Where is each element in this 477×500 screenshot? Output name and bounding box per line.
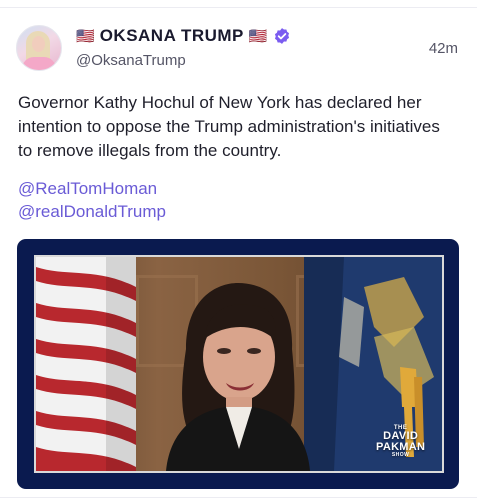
channel-watermark-logo: THE DAVID PAKMAN SHOW (376, 425, 426, 458)
mention-link[interactable]: @realDonaldTrump (18, 201, 166, 223)
author-display-name[interactable]: OKSANA TRUMP (100, 26, 244, 46)
speaker-image (166, 283, 310, 471)
divider (0, 497, 477, 498)
american-flag-image (36, 257, 136, 471)
post-timestamp[interactable]: 42m (429, 40, 458, 57)
divider (0, 7, 477, 8)
author-name-row[interactable]: 🇺🇸 OKSANA TRUMP 🇺🇸 (76, 24, 291, 48)
us-flag-emoji: 🇺🇸 (76, 27, 95, 45)
video-frame: THE DAVID PAKMAN SHOW (34, 255, 444, 473)
mention-link[interactable]: @RealTomHoman (18, 178, 157, 200)
media-video-thumbnail[interactable]: THE DAVID PAKMAN SHOW (17, 239, 459, 489)
avatar[interactable] (16, 25, 62, 71)
us-flag-emoji: 🇺🇸 (248, 27, 268, 45)
post-card: 🇺🇸 OKSANA TRUMP 🇺🇸 @OksanaTrump 42m Gove… (0, 0, 477, 500)
author-handle[interactable]: @OksanaTrump (76, 52, 186, 69)
verified-badge-icon (273, 27, 291, 45)
post-text: Governor Kathy Hochul of New York has de… (18, 93, 440, 160)
